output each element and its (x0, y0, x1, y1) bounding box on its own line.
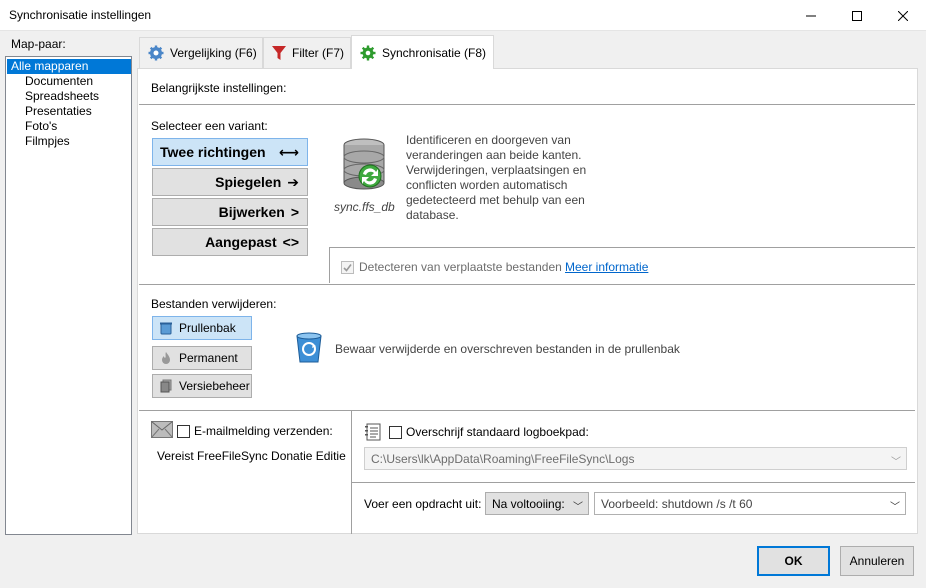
divider (352, 482, 915, 483)
tab-synchronization-label: Synchronisatie (F8) (382, 45, 487, 60)
minimize-button[interactable] (788, 0, 834, 31)
custom-label: Aangepast (205, 234, 277, 250)
two-way-arrow-icon: ⟷ (278, 143, 299, 160)
email-label: E-mailmelding verzenden: (194, 424, 333, 438)
permanent-label: Permanent (179, 351, 238, 365)
logfile-check-box[interactable] (389, 425, 402, 439)
close-button[interactable] (880, 0, 926, 31)
chevron-down-icon: ﹀ (891, 457, 901, 468)
divider (329, 247, 915, 248)
close-icon (898, 10, 908, 21)
tab-filter[interactable]: Filter (F7) (263, 37, 351, 68)
custom-button[interactable]: Aangepast <> (152, 228, 308, 256)
email-check-box[interactable] (177, 424, 190, 438)
tab-synchronization[interactable]: Synchronisatie (F8) (351, 35, 494, 69)
main-settings-heading: Belangrijkste instellingen: (151, 81, 287, 95)
update-arrow-icon: > (290, 204, 299, 220)
logfile-path-combo[interactable]: C:\Users\lk\AppData\Roaming\FreeFileSync… (364, 447, 907, 470)
divider (139, 410, 915, 411)
ok-button[interactable]: OK (757, 546, 830, 576)
run-command-input[interactable]: Voorbeeld: shutdown /s /t 60 ﹀ (594, 492, 906, 515)
folder-pair-item[interactable]: Spreadsheets (6, 89, 131, 104)
folder-pair-item-all[interactable]: Alle mapparen (7, 59, 131, 74)
update-label: Bijwerken (218, 204, 285, 220)
envelope-icon (151, 421, 173, 441)
email-notification-checkbox[interactable]: E-mailmelding verzenden: (177, 424, 333, 438)
mirror-arrow-icon: ➔ (287, 173, 299, 190)
minimize-icon (806, 15, 816, 16)
folder-pair-item[interactable]: Documenten (6, 74, 131, 89)
divider (351, 411, 352, 534)
two-way-button[interactable]: Twee richtingen ⟷ (152, 138, 308, 166)
logfile-override-checkbox[interactable]: Overschrijf standaard logboekpad: (389, 425, 589, 439)
detect-moved-label: Detecteren van verplaatste bestanden (359, 260, 562, 274)
mirror-button[interactable]: Spiegelen ➔ (152, 168, 308, 196)
window-title: Synchronisatie instellingen (9, 8, 152, 22)
more-info-link[interactable]: Meer informatie (565, 260, 648, 274)
database-caption: sync.ffs_db (334, 200, 395, 214)
mirror-label: Spiegelen (215, 174, 282, 190)
donation-note: Vereist FreeFileSync Donatie Editie (157, 449, 346, 463)
versioning-button[interactable]: Versiebeheer (152, 374, 252, 398)
detect-moved-check-box[interactable] (341, 260, 354, 274)
recycle-bin-icon (160, 322, 172, 335)
folder-pair-list[interactable]: Alle mapparen Documenten Spreadsheets Pr… (5, 56, 132, 535)
variant-label: Selecteer een variant: (151, 119, 268, 133)
database-icon (340, 136, 390, 199)
checkmark-icon (343, 263, 352, 272)
chevron-down-icon: ﹀ (890, 502, 900, 513)
permanent-button[interactable]: Permanent (152, 346, 252, 370)
versioning-icon (160, 379, 172, 393)
sync-gear-icon (360, 45, 376, 60)
delete-files-label: Bestanden verwijderen: (151, 297, 277, 311)
logfile-label: Overschrijf standaard logboekpad: (406, 425, 589, 439)
detect-moved-checkbox[interactable]: Detecteren van verplaatste bestanden (341, 260, 562, 274)
maximize-button[interactable] (834, 0, 880, 31)
logfile-icon (364, 423, 382, 444)
flame-icon (162, 352, 170, 364)
recycle-bin-large-icon (293, 330, 325, 367)
recycle-bin-button[interactable]: Prullenbak (152, 316, 252, 340)
tab-comparison-label: Vergelijking (F6) (170, 46, 257, 60)
divider (329, 247, 330, 283)
variant-description: Identificeren en doorgeven van veranderi… (406, 133, 587, 222)
chevron-down-icon: ﹀ (573, 502, 583, 513)
funnel-icon (272, 46, 286, 60)
folder-pair-item[interactable]: Foto's (6, 119, 131, 134)
gear-icon (148, 45, 164, 61)
run-command-when-value: Na voltooiing: (492, 496, 565, 511)
maximize-icon (852, 10, 862, 21)
custom-arrows-icon: <> (282, 234, 299, 250)
versioning-label: Versiebeheer (179, 379, 250, 393)
tab-filter-label: Filter (F7) (292, 46, 344, 60)
cancel-button[interactable]: Annuleren (840, 546, 914, 576)
tab-comparison[interactable]: Vergelijking (F6) (139, 37, 263, 68)
delete-description: Bewaar verwijderde en overschreven besta… (335, 342, 680, 356)
run-command-placeholder: Voorbeeld: shutdown /s /t 60 (601, 496, 753, 511)
divider (139, 104, 915, 105)
two-way-label: Twee richtingen (160, 144, 266, 160)
folder-pair-item[interactable]: Filmpjes (6, 134, 131, 149)
run-command-when-select[interactable]: Na voltooiing: ﹀ (485, 492, 589, 515)
logfile-path-value: C:\Users\lk\AppData\Roaming\FreeFileSync… (371, 451, 635, 466)
divider (139, 284, 915, 285)
update-button[interactable]: Bijwerken > (152, 198, 308, 226)
folder-pair-label: Map-paar: (11, 37, 66, 51)
run-command-label: Voer een opdracht uit: (364, 497, 482, 511)
folder-pair-item[interactable]: Presentaties (6, 104, 131, 119)
recycle-bin-label: Prullenbak (179, 321, 236, 335)
